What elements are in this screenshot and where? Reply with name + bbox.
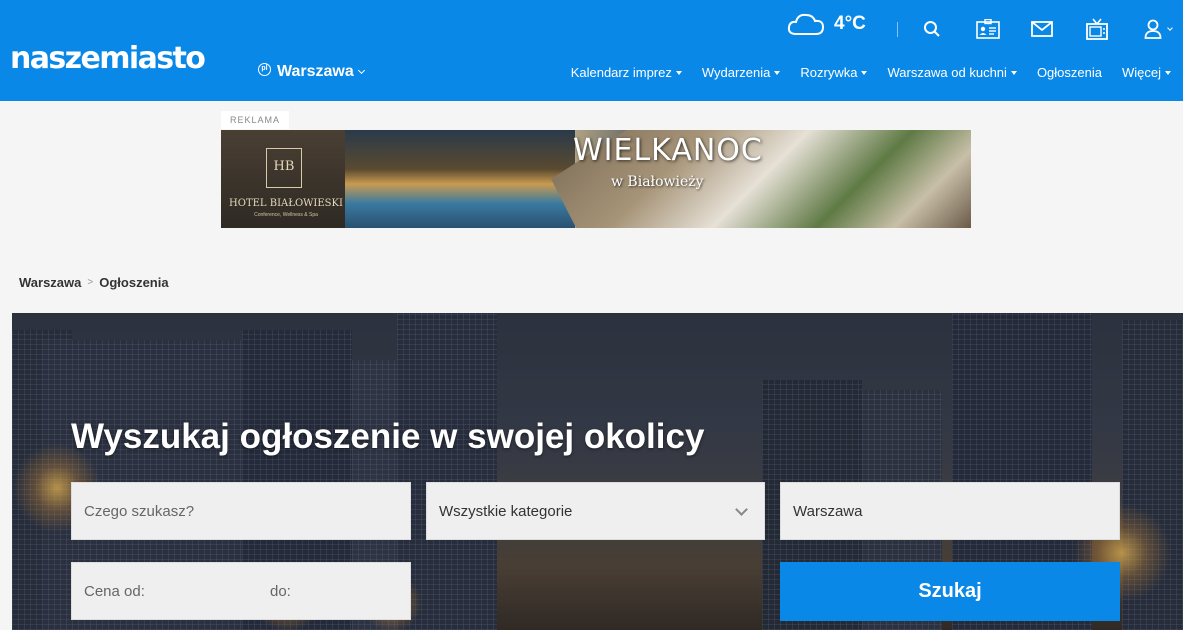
price-to-input[interactable] bbox=[270, 582, 400, 600]
chevron-down-icon bbox=[1167, 24, 1173, 31]
breadcrumb-current: Ogłoszenia bbox=[99, 275, 169, 290]
search-hero: Wyszukaj ogłoszenie w swojej okolicy Wsz… bbox=[12, 313, 1183, 630]
nav-item-1[interactable]: Wydarzenia bbox=[702, 65, 781, 80]
location-field[interactable] bbox=[780, 482, 1120, 540]
breadcrumb: Warszawa > Ogłoszenia bbox=[19, 275, 169, 290]
chevron-down-icon bbox=[735, 503, 748, 516]
category-select-value: Wszystkie kategorie bbox=[439, 502, 573, 520]
id-card-icon[interactable] bbox=[975, 16, 1001, 42]
caret-down-icon bbox=[774, 70, 781, 75]
mail-icon[interactable] bbox=[1029, 16, 1055, 42]
user-menu[interactable] bbox=[1140, 16, 1176, 42]
nav-item-label: Warszawa od kuchni bbox=[887, 65, 1007, 80]
search-button[interactable]: Szukaj bbox=[780, 562, 1120, 621]
weather-temperature: 4°C bbox=[834, 13, 866, 34]
nav-item-label: Ogłoszenia bbox=[1036, 65, 1102, 80]
nav-item-label: Rozrywka bbox=[800, 65, 858, 80]
ad-pool-image bbox=[345, 130, 575, 228]
nav-item-label: Więcej bbox=[1121, 65, 1161, 80]
location-input[interactable] bbox=[793, 502, 1119, 520]
caret-down-icon bbox=[675, 70, 682, 75]
search-icon[interactable] bbox=[919, 16, 945, 42]
nav-item-0[interactable]: Kalendarz imprez bbox=[571, 65, 682, 80]
query-field[interactable] bbox=[71, 482, 411, 540]
ad-hotel-name: HOTEL BIAŁOWIESKI bbox=[229, 198, 343, 209]
price-range-field bbox=[71, 562, 411, 620]
nav-item-3[interactable]: Warszawa od kuchni bbox=[887, 65, 1017, 80]
nav-item-label: Wydarzenia bbox=[701, 65, 771, 80]
ad-hotel-panel: HB HOTEL BIAŁOWIESKI Conference, Wellnes… bbox=[221, 130, 345, 228]
hotel-logo: HB bbox=[266, 148, 302, 188]
nav-item-2[interactable]: Rozrywka bbox=[800, 65, 868, 80]
weather-widget[interactable]: 4°C bbox=[786, 10, 866, 38]
category-select[interactable]: Wszystkie kategorie bbox=[426, 482, 765, 540]
ad-banner[interactable]: HB HOTEL BIAŁOWIESKI Conference, Wellnes… bbox=[221, 130, 971, 228]
search-title: Wyszukaj ogłoszenie w swojej okolicy bbox=[71, 417, 705, 456]
nav-item-5[interactable]: Więcej bbox=[1122, 65, 1171, 80]
city-selector[interactable]: Warszawa bbox=[277, 63, 365, 81]
ad-subline: w Białowieży bbox=[611, 174, 704, 190]
price-from-input[interactable] bbox=[84, 582, 270, 600]
ad-headline: WIELKANOC bbox=[573, 133, 763, 168]
logo-pl-badge: pl bbox=[258, 63, 271, 76]
tv-icon[interactable] bbox=[1084, 16, 1110, 42]
user-icon bbox=[1144, 19, 1162, 39]
main-nav: Kalendarz imprez Wydarzenia Rozrywka Warsza… bbox=[571, 65, 1171, 80]
caret-down-icon bbox=[1010, 70, 1017, 75]
site-logo[interactable]: naszemiasto bbox=[10, 44, 206, 74]
chevron-down-icon bbox=[357, 66, 365, 75]
breadcrumb-separator-icon: > bbox=[87, 277, 94, 288]
city-selector-label: Warszawa bbox=[277, 63, 354, 80]
nav-item-4[interactable]: Ogłoszenia bbox=[1037, 65, 1102, 80]
header-divider bbox=[897, 22, 898, 37]
ad-hotel-sub: Conference, Wellness & Spa bbox=[254, 212, 318, 218]
cloud-icon bbox=[787, 13, 825, 35]
ad-label: REKLAMA bbox=[221, 111, 289, 129]
caret-down-icon bbox=[1165, 70, 1171, 75]
site-header: naszemiasto pl Warszawa 4°C Kalendarz im… bbox=[0, 0, 1183, 101]
search-input[interactable] bbox=[84, 502, 410, 520]
nav-item-label: Kalendarz imprez bbox=[570, 65, 672, 80]
caret-down-icon bbox=[861, 70, 868, 75]
breadcrumb-city[interactable]: Warszawa bbox=[19, 275, 81, 290]
